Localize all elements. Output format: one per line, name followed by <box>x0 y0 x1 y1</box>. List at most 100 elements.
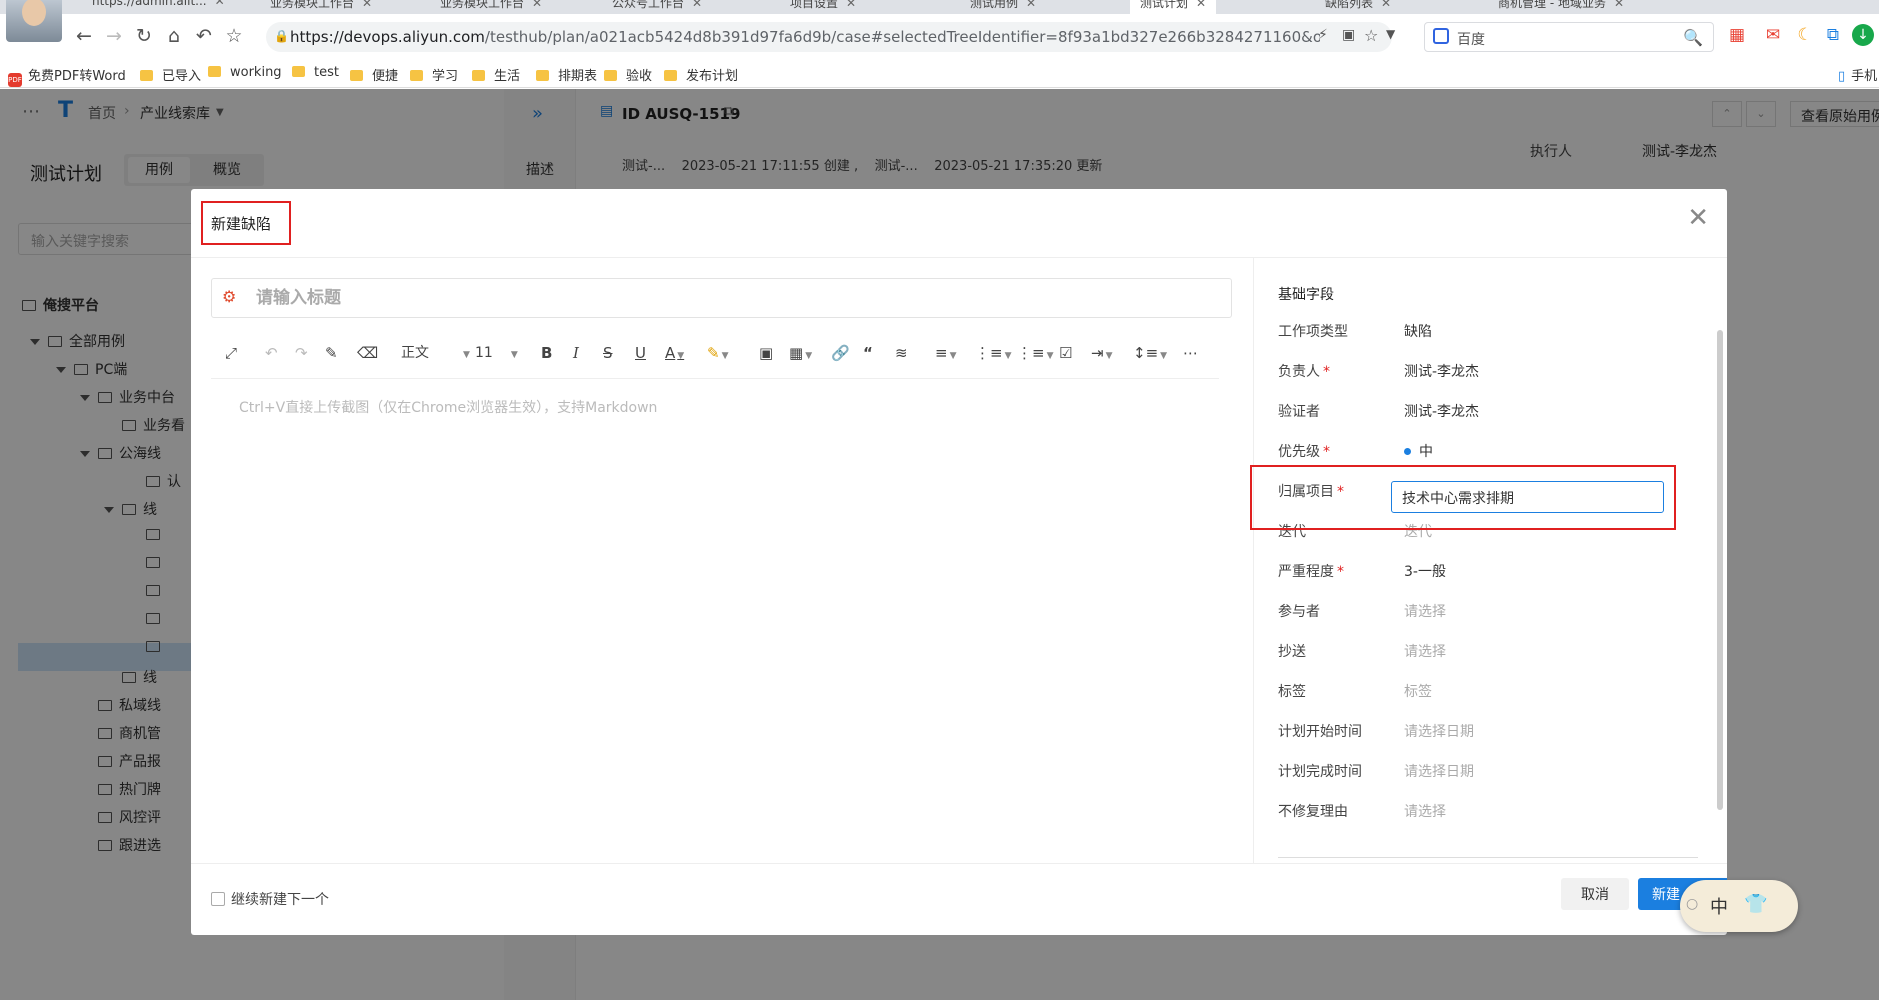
align-icon[interactable]: ≡ ▼ <box>935 342 957 364</box>
cancel-button[interactable]: 取消 <box>1561 878 1629 910</box>
forward-arrow-icon[interactable]: → <box>102 24 126 48</box>
fullscreen-icon[interactable]: ⤢ <box>225 342 237 364</box>
field-value[interactable]: 请选择日期 <box>1404 761 1474 781</box>
bookmark-item[interactable]: 排期表 <box>536 65 597 84</box>
field-value[interactable]: 标签 <box>1404 681 1432 701</box>
search-icon[interactable]: 🔍 <box>1683 28 1703 47</box>
highlight-icon[interactable]: ✎ ▼ <box>707 342 729 364</box>
field-value[interactable]: 3-一般 <box>1404 561 1446 581</box>
underline-icon[interactable]: U <box>635 342 646 364</box>
bullet-list-icon[interactable]: ⋮≡ ▼ <box>975 342 1012 364</box>
font-size-select[interactable]: 11 ▼ <box>475 342 518 364</box>
format-painter-icon[interactable]: ✎ <box>325 342 338 364</box>
paragraph-select[interactable]: 正文 ▼ <box>401 342 470 364</box>
browser-tab[interactable]: 商机管理 - 地域业务 ✕ <box>1498 0 1624 14</box>
home-icon[interactable]: ⌂ <box>162 24 186 48</box>
tab-close-icon[interactable]: ✕ <box>362 0 372 10</box>
bookmark-item[interactable]: 已导入 <box>140 65 201 84</box>
tab-close-icon[interactable]: ✕ <box>532 0 542 10</box>
browser-tab[interactable]: 业务模块工作台 ✕ <box>440 0 542 14</box>
browser-tab[interactable]: 业务模块工作台 ✕ <box>270 0 372 14</box>
continue-checkbox[interactable] <box>211 892 225 906</box>
bookmark-item[interactable]: 学习 <box>410 65 458 84</box>
bookmark-item[interactable]: PDF 免费PDF转Word <box>8 65 126 87</box>
folder-icon <box>410 70 423 81</box>
bookmark-star-icon[interactable]: ☆ <box>222 24 246 48</box>
bookmark-item[interactable]: 验收 <box>604 65 652 84</box>
tab-close-icon[interactable]: ✕ <box>1196 0 1206 10</box>
numbered-list-icon[interactable]: ⋮≡ ▼ <box>1017 342 1054 364</box>
browser-tab[interactable]: 测试用例 ✕ <box>970 0 1036 14</box>
link-icon[interactable]: 🔗 <box>831 342 850 364</box>
crop-icon[interactable]: ⧉ <box>1822 24 1844 46</box>
field-value[interactable]: 请选择 <box>1404 641 1446 661</box>
field-value[interactable]: 测试-李龙杰 <box>1404 361 1479 381</box>
bookmark-label: 已导入 <box>162 69 202 84</box>
tab-close-icon[interactable]: ✕ <box>215 0 225 8</box>
field-value[interactable]: 请选择日期 <box>1404 721 1474 741</box>
line-height-icon[interactable]: ↕≡ ▼ <box>1133 342 1167 364</box>
more-icon[interactable]: ⋯ <box>1183 342 1198 364</box>
bookmark-mobile[interactable]: ▯ 手机 <box>1838 65 1877 84</box>
quote-icon[interactable]: “ <box>863 342 873 364</box>
scrollbar[interactable] <box>1717 330 1723 810</box>
bold-icon[interactable]: B <box>541 342 552 364</box>
strikethrough-icon[interactable]: S <box>603 342 613 364</box>
defect-title-field[interactable]: ⚙ <box>211 278 1232 318</box>
divider-line-icon[interactable]: ≋ <box>895 342 908 364</box>
back-arrow-icon[interactable]: ← <box>72 24 96 48</box>
continue-label[interactable]: 继续新建下一个 <box>231 889 329 909</box>
browser-tab[interactable]: 测试计划 ✕ <box>1130 0 1217 14</box>
field-value[interactable]: 中 <box>1404 441 1433 461</box>
project-select[interactable]: 技术中心需求排期 <box>1391 481 1664 513</box>
redo-icon[interactable]: ↷ <box>295 342 308 364</box>
bookmark-item[interactable]: 发布计划 <box>664 65 738 84</box>
browser-tab[interactable]: 项目设置 ✕ <box>790 0 856 14</box>
ime-mode-label[interactable]: 中 <box>1710 893 1728 919</box>
table-icon[interactable]: ▦ ▼ <box>789 342 812 364</box>
field-value[interactable]: 测试-李龙杰 <box>1404 401 1479 421</box>
tab-close-icon[interactable]: ✕ <box>692 0 702 10</box>
tab-close-icon[interactable]: ✕ <box>1026 0 1036 10</box>
bookmark-item[interactable]: 便捷 <box>350 65 398 84</box>
font-color-icon[interactable]: A ▼ <box>665 342 684 364</box>
bookmark-item[interactable]: test <box>292 65 339 80</box>
star-icon[interactable]: ☆ <box>1364 26 1378 45</box>
chevron-down-icon[interactable]: ▼ <box>1386 27 1395 41</box>
browser-tab[interactable]: https://admin.alit... ✕ <box>92 0 225 14</box>
apps-grid-icon[interactable]: ▦ <box>1726 24 1748 46</box>
defect-title-input[interactable] <box>256 286 1216 310</box>
italic-icon[interactable]: I <box>573 342 579 364</box>
tab-close-icon[interactable]: ✕ <box>846 0 856 10</box>
tab-close-icon[interactable]: ✕ <box>1614 0 1624 10</box>
close-icon[interactable]: ✕ <box>1687 205 1709 231</box>
checklist-icon[interactable]: ☑ <box>1059 342 1072 364</box>
browser-tab[interactable]: 缺陷列表 ✕ <box>1325 0 1391 14</box>
profile-avatar[interactable] <box>6 0 62 42</box>
shirt-icon[interactable]: 👕 <box>1744 892 1768 915</box>
pdf-extension-icon[interactable]: ✉ <box>1762 24 1784 46</box>
lightning-icon[interactable]: ⚡ <box>1318 27 1328 43</box>
address-bar[interactable]: 🔒 https://devops.aliyun.com/testhub/plan… <box>266 22 1395 52</box>
download-icon[interactable]: ↓ <box>1852 24 1874 46</box>
field-value[interactable]: 缺陷 <box>1404 321 1432 341</box>
image-icon[interactable]: ▣ <box>759 342 773 364</box>
browser-tab[interactable]: 公众号工作台 ✕ <box>612 0 702 14</box>
field-label-text: 计划开始时间 <box>1278 724 1362 740</box>
browser-search-box[interactable]: 百度 🔍 <box>1424 22 1714 52</box>
field-value[interactable]: 请选择 <box>1404 801 1446 821</box>
tab-close-icon[interactable]: ✕ <box>1381 0 1391 10</box>
reload-icon[interactable]: ↻ <box>132 24 156 48</box>
bookmark-item[interactable]: 生活 <box>472 65 520 84</box>
ime-toolbar[interactable]: ○ 中 👕 <box>1680 880 1798 932</box>
undo-icon[interactable]: ↶ <box>265 342 278 364</box>
bookmark-item[interactable]: working <box>208 65 282 80</box>
field-value[interactable]: 请选择 <box>1404 601 1446 621</box>
indent-icon[interactable]: ⇥ ▼ <box>1091 342 1113 364</box>
undo-close-icon[interactable]: ↶ <box>192 24 216 48</box>
eraser-icon[interactable]: ⌫ <box>357 342 378 364</box>
moon-icon[interactable]: ☾ <box>1794 24 1816 46</box>
field-label: 验证者 <box>1278 401 1320 421</box>
editor-placeholder[interactable]: Ctrl+V直接上传截图（仅在Chrome浏览器生效），支持Markdown <box>239 397 657 417</box>
screenshot-icon[interactable]: ▣ <box>1342 27 1355 43</box>
